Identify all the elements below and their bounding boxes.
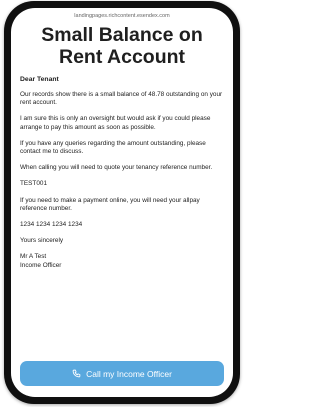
phone-screen: landingpages.richcontent.esendex.com Sma… (11, 8, 233, 397)
call-income-officer-button[interactable]: Call my Income Officer (20, 361, 224, 386)
sender-name: Mr A Test (20, 253, 47, 261)
allpay-reference-value: 1234 1234 1234 1234 (20, 221, 83, 229)
tenancy-reference-value: TEST001 (20, 180, 47, 188)
url-text: landingpages.richcontent.esendex.com (74, 13, 170, 19)
phone-frame: landingpages.richcontent.esendex.com Sma… (4, 1, 240, 404)
allpay-paragraph: If you need to make a payment online, yo… (20, 196, 200, 212)
letter-sign-off: Yours sincerely (20, 237, 64, 245)
page-title: Small Balance on Rent Account (41, 24, 203, 68)
sender-title: Income Officer (20, 261, 62, 269)
queries-paragraph: If you have any queries regarding the am… (20, 139, 206, 156)
address-bar[interactable]: landingpages.richcontent.esendex.com (11, 8, 233, 22)
tenancy-reference-paragraph: When calling you will need to quote your… (20, 164, 213, 172)
request-paragraph: I am sure this is only an oversight but … (20, 115, 211, 131)
phone-icon (72, 369, 81, 378)
letter-body: Dear Tenant Our records show there is a … (11, 76, 233, 270)
letter-greeting: Dear Tenant (20, 76, 59, 83)
call-button-label: Call my Income Officer (86, 368, 172, 379)
balance-paragraph: Our records show there is a small balanc… (20, 91, 223, 107)
